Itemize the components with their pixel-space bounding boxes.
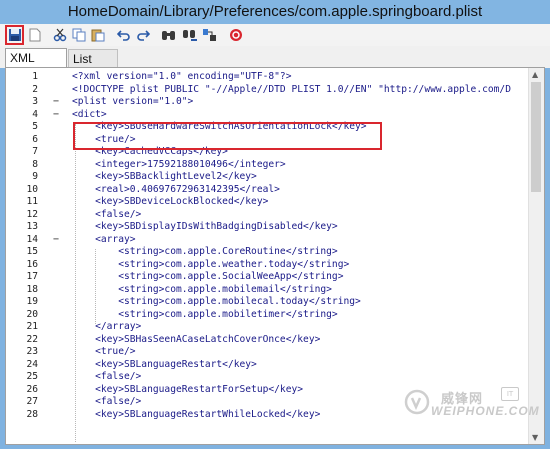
line-number: 23	[26, 346, 38, 357]
code-line[interactable]: <integer>17592188010496</integer>	[72, 159, 286, 172]
code-line[interactable]: <string>com.apple.SocialWeeApp</string>	[72, 271, 343, 284]
code-line[interactable]: <false/>	[72, 209, 141, 222]
line-number: 26	[26, 383, 38, 395]
code-line[interactable]: <real>0.40697672963142395</real>	[72, 184, 280, 197]
replace-icon[interactable]	[201, 26, 219, 44]
line-number: 6	[32, 133, 38, 145]
fold-toggle[interactable]: −	[53, 96, 59, 109]
code-line[interactable]: <key>SBBacklightLevel2</key>	[72, 171, 257, 184]
indent-guide	[95, 249, 96, 324]
view-tabs: XML View List View	[0, 46, 550, 85]
weiphone-logo-icon	[404, 389, 430, 415]
vertical-scrollbar[interactable]: ▲ ▼	[528, 68, 544, 444]
find-next-icon[interactable]	[181, 26, 199, 44]
fold-toggle[interactable]: −	[53, 109, 59, 122]
line-number: 27	[26, 396, 38, 407]
line-number: 28	[26, 408, 38, 420]
line-number: 13	[26, 221, 38, 232]
line-number: 7	[32, 146, 38, 157]
undo-icon[interactable]	[115, 26, 133, 44]
watermark-badge: IT	[501, 387, 519, 401]
line-number: 20	[26, 308, 38, 320]
code-line[interactable]: <string>com.apple.mobiletimer</string>	[72, 309, 338, 322]
scroll-up-arrow-icon[interactable]: ▲	[532, 70, 538, 79]
code-line[interactable]: <string>com.apple.weather.today</string>	[72, 259, 349, 272]
code-line[interactable]: <true/>	[72, 346, 135, 359]
line-number: 11	[26, 196, 38, 207]
line-number: 25	[26, 371, 38, 382]
fold-toggle[interactable]: −	[53, 234, 59, 247]
tab-list-view[interactable]: List View	[68, 49, 118, 85]
indent-guide	[75, 124, 76, 442]
copy-icon[interactable]	[70, 26, 88, 44]
find-icon[interactable]	[160, 26, 178, 44]
tab-xml-view[interactable]: XML View	[5, 48, 67, 84]
code-line[interactable]: <key>SBDeviceLockBlocked</key>	[72, 196, 268, 209]
line-number: 3	[32, 96, 38, 107]
cut-icon[interactable]	[51, 26, 69, 44]
scrollbar-thumb[interactable]	[531, 82, 541, 192]
line-number: 9	[32, 171, 38, 182]
line-number: 18	[26, 283, 38, 295]
code-line[interactable]: <dict>	[72, 109, 107, 122]
line-number: 22	[26, 333, 38, 345]
code-line[interactable]: <array>	[72, 234, 135, 247]
code-line[interactable]: <key>SBLanguageRestart</key>	[72, 359, 257, 372]
line-number: 5	[32, 121, 38, 132]
line-number: 14	[26, 233, 38, 245]
line-number: 15	[26, 246, 38, 257]
code-line[interactable]: </array>	[72, 321, 141, 334]
paste-icon[interactable]	[89, 26, 107, 44]
line-number: 12	[26, 208, 38, 220]
code-line[interactable]: <false/>	[72, 396, 141, 409]
line-number: 16	[26, 258, 38, 270]
line-number: 1	[32, 71, 38, 82]
code-line[interactable]: <false/>	[72, 371, 141, 384]
scroll-down-arrow-icon[interactable]: ▼	[532, 433, 538, 442]
new-document-icon[interactable]	[26, 26, 44, 44]
line-number: 17	[26, 271, 38, 282]
watermark-en: WEIPHONE.COM	[431, 404, 540, 418]
code-line[interactable]: <key>SBLanguageRestartForSetup</key>	[72, 384, 303, 397]
orientation-lock-highlight-box	[73, 122, 382, 150]
redo-icon[interactable]	[134, 26, 152, 44]
line-number: 19	[26, 296, 38, 307]
window-title: HomeDomain/Library/Preferences/com.apple…	[0, 0, 550, 24]
line-number: 24	[26, 358, 38, 370]
code-line[interactable]: <string>com.apple.CoreRoutine</string>	[72, 246, 338, 259]
line-number: 21	[26, 321, 38, 332]
toolbar	[0, 24, 550, 47]
code-line[interactable]: <string>com.apple.mobilecal.today</strin…	[72, 296, 361, 309]
code-line[interactable]: <plist version="1.0">	[72, 96, 193, 109]
code-line[interactable]: <key>SBDisplayIDsWithBadgingDisabled</ke…	[72, 221, 338, 234]
code-line[interactable]: <key>SBLanguageRestartWhileLocked</key>	[72, 409, 320, 422]
code-line[interactable]: <string>com.apple.mobilemail</string>	[72, 284, 332, 297]
line-number: 8	[32, 158, 38, 170]
code-line[interactable]: <?xml version="1.0" encoding="UTF-8"?>	[72, 71, 292, 84]
line-number: 10	[26, 183, 38, 195]
line-number: 2	[32, 83, 38, 95]
save-highlight-box	[5, 25, 24, 45]
code-line[interactable]: <!DOCTYPE plist PUBLIC "-//Apple//DTD PL…	[72, 84, 511, 97]
validate-icon[interactable]	[227, 26, 245, 44]
line-number: 4	[32, 108, 38, 120]
code-line[interactable]: <key>SBHasSeenACaseLatchCoverOnce</key>	[72, 334, 320, 347]
